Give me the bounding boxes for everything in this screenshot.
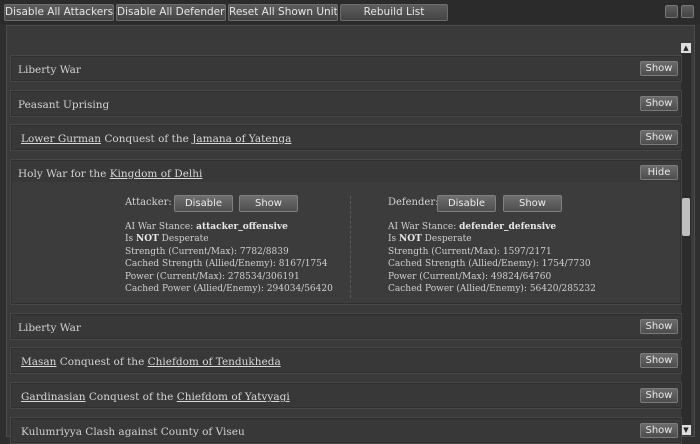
defender-link[interactable]: Chiefdom of Yatvyagi	[177, 391, 290, 403]
show-button[interactable]: Show	[640, 130, 678, 145]
war-title: Liberty War	[18, 322, 81, 334]
defender-link[interactable]: Kingdom of Delhi	[110, 168, 203, 180]
disable-all-attackers-button[interactable]: Disable All Attackers	[4, 4, 114, 21]
attacker-disable-button[interactable]: Disable	[174, 195, 233, 212]
war-row: Masan Conquest of the Chiefdom of Tenduk…	[10, 347, 682, 374]
defender-desperate: Is NOT Desperate	[388, 234, 472, 245]
defender-stats: AI War Stance: defender_defensive Is NOT…	[388, 221, 596, 295]
war-row: Kulumriyya Clash against County of Viseu…	[10, 417, 682, 444]
war-title: Liberty War	[18, 64, 81, 76]
attacker-desperate: Is NOT Desperate	[125, 234, 209, 245]
attacker-show-button[interactable]: Show	[239, 195, 298, 212]
scrollbar-thumb[interactable]	[682, 198, 690, 236]
disable-all-defenders-button[interactable]: Disable All Defenders	[116, 4, 226, 21]
attacker-strength: Strength (Current/Max): 7782/8839	[125, 246, 289, 257]
defender-link[interactable]: Chiefdom of Tendukheda	[148, 356, 281, 368]
show-button[interactable]: Show	[640, 353, 678, 368]
defender-disable-button[interactable]: Disable	[437, 195, 496, 212]
attacker-link[interactable]: Lower Gurman	[21, 133, 101, 145]
defender-stance: AI War Stance: defender_defensive	[388, 222, 557, 232]
war-row: Peasant Uprising Show	[10, 90, 682, 117]
war-row: Liberty War Show	[10, 313, 682, 340]
defender-cached-strength: Cached Strength (Allied/Enemy): 1754/773…	[388, 259, 591, 270]
column-divider	[350, 196, 351, 298]
hide-button[interactable]: Hide	[640, 165, 678, 180]
attacker-cached-power: Cached Power (Allied/Enemy): 294034/5642…	[125, 284, 333, 295]
defender-label: Defender:	[388, 197, 439, 208]
war-title: Holy War for the Kingdom of Delhi	[18, 168, 203, 180]
attacker-stance: AI War Stance: attacker_offensive	[125, 222, 288, 232]
show-button[interactable]: Show	[640, 388, 678, 403]
war-title: Peasant Uprising	[18, 99, 110, 111]
war-row: Lower Gurman Conquest of the Jamana of Y…	[10, 124, 682, 151]
war-row: Gardinasian Conquest of the Chiefdom of …	[10, 382, 682, 409]
show-button[interactable]: Show	[640, 319, 678, 334]
scroll-down-icon[interactable]: ▼	[681, 425, 691, 435]
attacker-power: Power (Current/Max): 278534/306191	[125, 271, 300, 282]
war-title: Kulumriyya Clash against County of Viseu	[21, 426, 245, 438]
reset-all-shown-units-button[interactable]: Reset All Shown Units	[228, 4, 338, 21]
war-title: Gardinasian Conquest of the Chiefdom of …	[21, 391, 290, 403]
minimize-icon[interactable]	[665, 5, 678, 18]
show-button[interactable]: Show	[640, 96, 678, 111]
war-title: Masan Conquest of the Chiefdom of Tenduk…	[21, 356, 281, 368]
defender-cached-power: Cached Power (Allied/Enemy): 56420/28523…	[388, 284, 596, 295]
close-icon[interactable]	[681, 5, 694, 18]
defender-strength: Strength (Current/Max): 1597/2171	[388, 246, 552, 257]
defender-show-button[interactable]: Show	[503, 195, 562, 212]
attacker-cached-strength: Cached Strength (Allied/Enemy): 8167/175…	[125, 259, 328, 270]
war-title: Lower Gurman Conquest of the Jamana of Y…	[21, 133, 292, 145]
attacker-stats: AI War Stance: attacker_offensive Is NOT…	[125, 221, 333, 295]
attacker-link[interactable]: Gardinasian	[21, 391, 86, 403]
show-button[interactable]: Show	[640, 423, 678, 438]
war-row: Liberty War Show	[10, 55, 682, 82]
scroll-up-icon[interactable]: ▲	[681, 43, 691, 53]
defender-link[interactable]: Jamana of Yatenga	[192, 133, 291, 145]
toolbar: Disable All Attackers Disable All Defend…	[0, 0, 700, 24]
rebuild-list-button[interactable]: Rebuild List	[340, 4, 448, 21]
show-button[interactable]: Show	[640, 61, 678, 76]
scrollbar-track[interactable]	[681, 43, 691, 433]
attacker-link[interactable]: Masan	[21, 356, 56, 368]
attacker-label: Attacker:	[125, 197, 172, 208]
defender-power: Power (Current/Max): 49824/64760	[388, 271, 552, 282]
